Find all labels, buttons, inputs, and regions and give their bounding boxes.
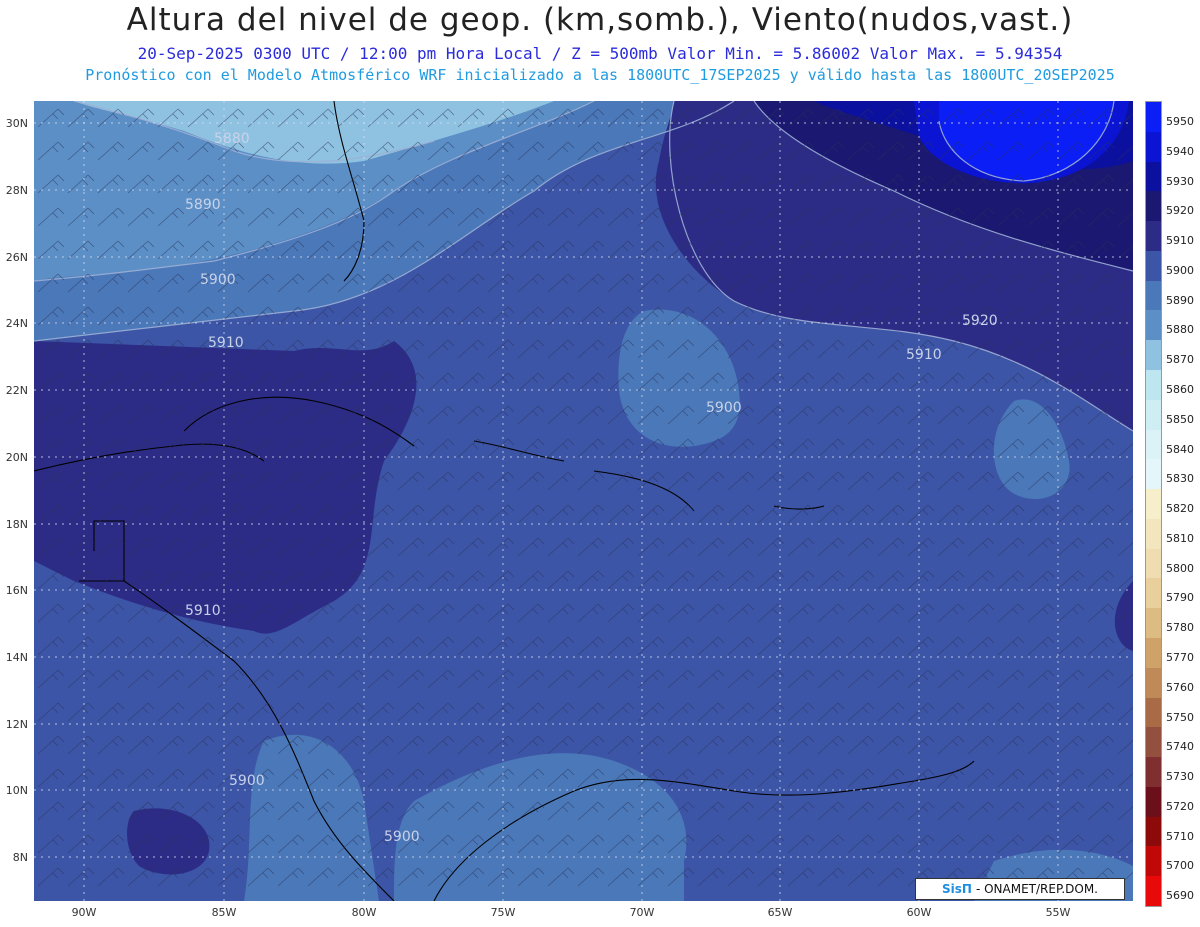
contour-label: 5900 (229, 773, 265, 789)
lat-label: 28N (5, 184, 28, 197)
colorbar-label: 5760 (1166, 680, 1194, 694)
colorbar-segment (1146, 786, 1161, 817)
colorbar-label: 5770 (1166, 651, 1194, 664)
contour-label: 5900 (200, 272, 236, 288)
contour-label: 5900 (706, 400, 742, 416)
colorbar-label: 5950 (1166, 115, 1194, 128)
lon-label: 75W (490, 906, 516, 919)
lat-label: 24N (5, 317, 28, 330)
colorbar-segment (1146, 250, 1161, 281)
contour-label: 5880 (214, 131, 250, 147)
colorbar-segment (1146, 340, 1161, 371)
lon-label: 55W (1045, 906, 1071, 919)
lat-label: 16N (5, 584, 28, 597)
map-subtitle-time: 20-Sep-2025 0300 UTC / 12:00 pm Hora Loc… (137, 44, 1063, 63)
lon-label: 80W (351, 906, 377, 919)
colorbar-label: 5930 (1166, 174, 1194, 188)
colorbar-segment (1146, 459, 1161, 490)
colorbar-segment (1146, 518, 1161, 549)
colorbar-segment (1146, 608, 1161, 639)
colorbar-label: 5880 (1166, 323, 1194, 337)
lon-label: 85W (211, 906, 237, 919)
colorbar-segment (1146, 429, 1161, 460)
colorbar-label: 5740 (1166, 740, 1194, 754)
credit-box: SisΠ - ONAMET/REP.DOM. (915, 878, 1125, 900)
colorbar-label: 5870 (1166, 353, 1194, 367)
colorbar-segment (1146, 370, 1161, 400)
colorbar (1145, 101, 1162, 907)
colorbar-label: 5800 (1166, 561, 1194, 575)
map-title: Altura del nivel de geop. (km,somb.), Vi… (126, 2, 1074, 38)
colorbar-label: 5720 (1166, 799, 1194, 813)
colorbar-label: 5810 (1166, 531, 1194, 545)
lon-label: 60W (906, 906, 932, 919)
colorbar-segment (1146, 757, 1161, 788)
colorbar-segment (1146, 310, 1161, 341)
colorbar-label: 5830 (1166, 472, 1194, 486)
map-plot-area[interactable]: 5880 5890 5900 5910 5910 5920 5910 5900 … (34, 101, 1133, 901)
colorbar-label: 5900 (1166, 263, 1194, 277)
colorbar-segment (1146, 489, 1161, 520)
colorbar-label: 5790 (1166, 591, 1194, 605)
lat-label: 10N (5, 784, 28, 797)
colorbar-segment (1146, 638, 1161, 668)
contour-label: 5910 (208, 335, 244, 351)
colorbar-label: 5920 (1166, 204, 1194, 218)
colorbar-label: 5710 (1166, 829, 1194, 843)
colorbar-segment (1146, 191, 1161, 222)
colorbar-segment (1146, 876, 1161, 907)
colorbar-segment (1146, 697, 1161, 728)
lon-label: 70W (629, 906, 655, 919)
colorbar-label: 5850 (1166, 412, 1194, 426)
wind-barbs (34, 101, 1133, 901)
colorbar-segment (1146, 548, 1161, 579)
colorbar-segment (1146, 280, 1161, 311)
lon-label: 90W (71, 906, 97, 919)
colorbar-label: 5700 (1166, 859, 1194, 873)
colorbar-label: 5910 (1166, 234, 1194, 248)
credit-org: - ONAMET/REP.DOM. (975, 882, 1098, 896)
lat-label: 14N (5, 651, 28, 664)
lat-label: 22N (5, 384, 28, 397)
colorbar-segment (1146, 816, 1161, 847)
colorbar-segment (1146, 221, 1161, 252)
colorbar-segment (1146, 131, 1161, 162)
lat-label: 12N (5, 718, 28, 731)
colorbar-label: 5730 (1166, 770, 1194, 784)
brand-logo-text: SisΠ (942, 882, 972, 896)
lat-label: 30N (5, 117, 28, 130)
lat-label: 20N (5, 451, 28, 464)
colorbar-segment (1146, 667, 1161, 698)
lon-label: 65W (767, 906, 793, 919)
colorbar-segment (1146, 102, 1161, 132)
colorbar-label: 5860 (1166, 383, 1194, 396)
colorbar-segment (1146, 161, 1161, 192)
map-subtitle-model: Pronóstico con el Modelo Atmosférico WRF… (85, 66, 1115, 84)
lat-label: 8N (12, 851, 28, 864)
colorbar-segment (1146, 578, 1161, 609)
colorbar-label: 5780 (1166, 621, 1194, 635)
colorbar-label: 5840 (1166, 442, 1194, 456)
colorbar-label: 5890 (1166, 293, 1194, 307)
contour-label: 5900 (384, 829, 420, 845)
colorbar-segment (1146, 846, 1161, 877)
colorbar-segment (1146, 399, 1161, 430)
colorbar-label: 5690 (1166, 889, 1194, 903)
lat-label: 26N (5, 251, 28, 264)
contour-label: 5910 (906, 347, 942, 363)
contour-label: 5920 (962, 313, 998, 329)
colorbar-label: 5750 (1166, 710, 1194, 724)
contour-label: 5890 (185, 197, 221, 213)
colorbar-segment (1146, 727, 1161, 758)
lat-label: 18N (5, 518, 28, 531)
map-canvas: 5880 5890 5900 5910 5910 5920 5910 5900 … (34, 101, 1133, 901)
colorbar-label: 5940 (1166, 144, 1194, 158)
colorbar-label: 5820 (1166, 502, 1194, 516)
